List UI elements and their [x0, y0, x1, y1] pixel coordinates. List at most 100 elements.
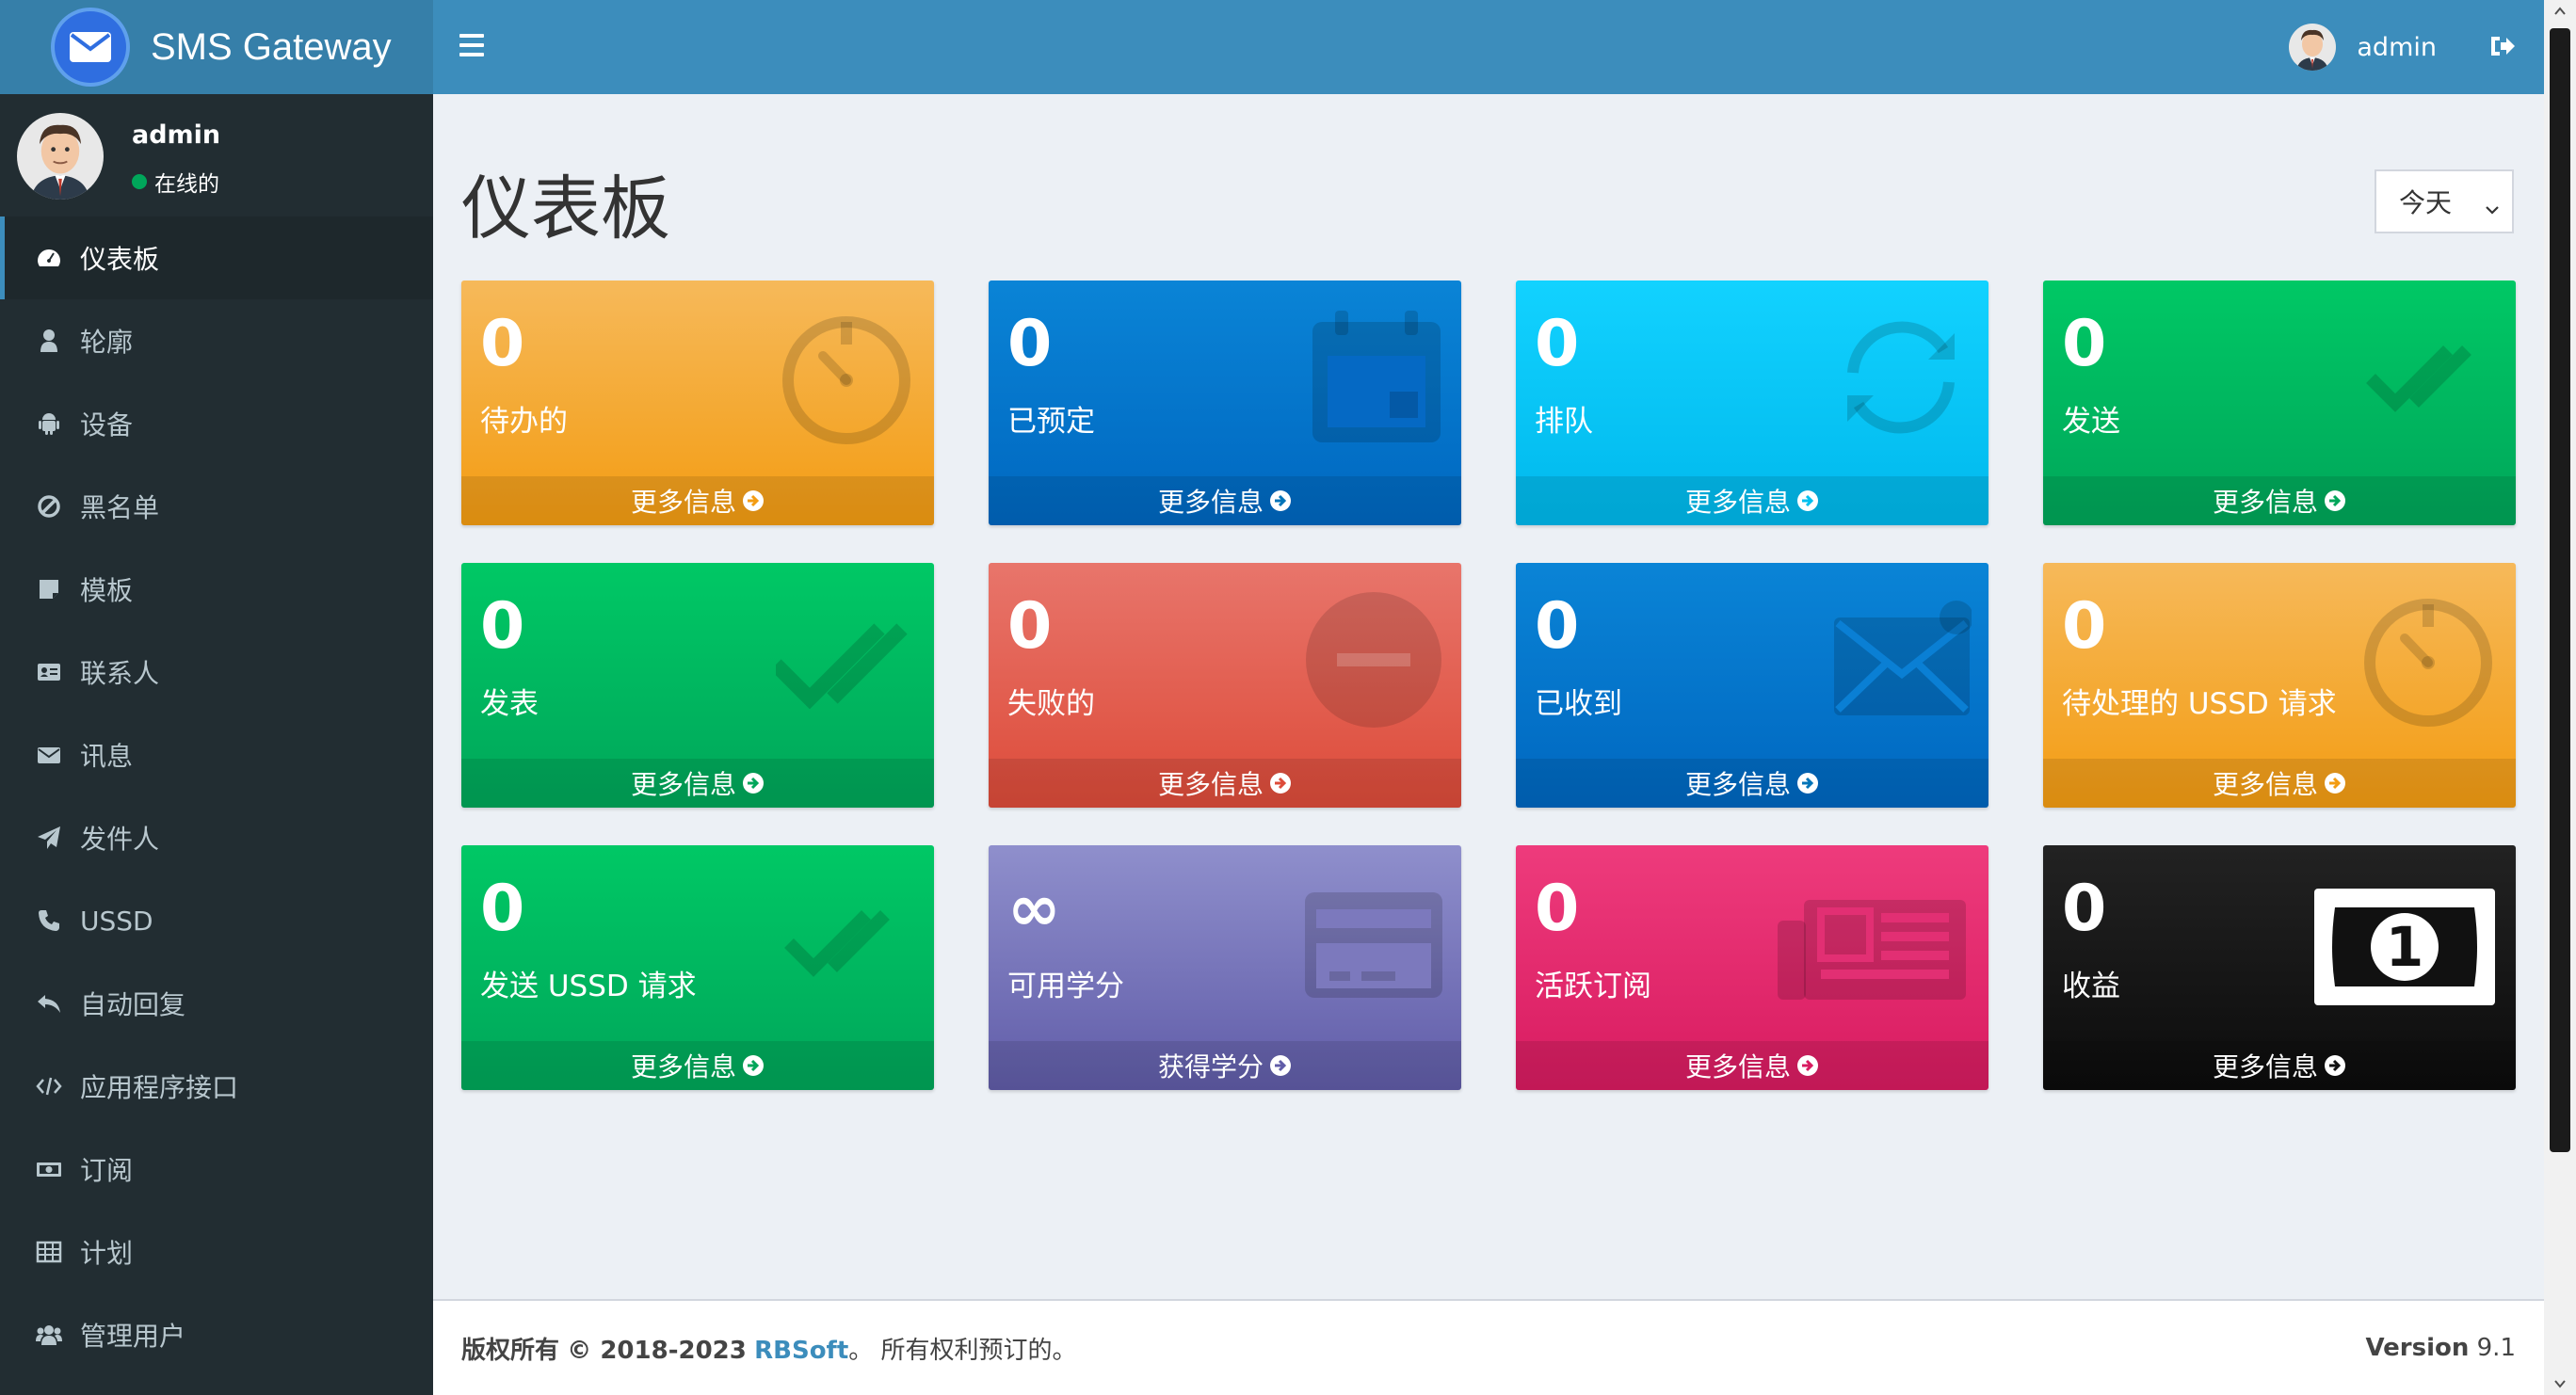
get-credits-link[interactable]: 获得学分 — [989, 1041, 1461, 1090]
check-double-icon — [776, 872, 917, 1013]
arrow-circle-right-icon — [743, 490, 764, 511]
status-badge[interactable]: 在线的 — [132, 166, 219, 198]
more-info-link[interactable]: 更多信息 — [461, 476, 934, 525]
more-info-link[interactable]: 更多信息 — [2043, 476, 2516, 525]
stat-value: 0 — [480, 307, 525, 381]
credit-card-icon — [1303, 872, 1444, 1013]
logo-text: SMS Gateway — [151, 25, 392, 68]
avatar — [2289, 24, 2337, 71]
stat-label: 可用学分 — [1007, 970, 1124, 1003]
envelope-logo-icon — [55, 11, 126, 83]
more-info-link[interactable]: 更多信息 — [989, 476, 1461, 525]
stat-value: 0 — [1535, 307, 1580, 381]
scrollbar-thumb[interactable] — [2550, 28, 2570, 1152]
more-info-link[interactable]: 更多信息 — [989, 759, 1461, 808]
sidebar-item-plans[interactable]: 计划 — [0, 1211, 433, 1293]
sidebar-menu: 仪表板 轮廓 设备 黑名单 模板 联系人 讯息 发件人 USSD 自动回复 应用… — [0, 216, 433, 1376]
stat-box-sent-ussd: 0 发送 USSD 请求 更多信息 — [461, 845, 934, 1090]
sidebar-item-auto-reply[interactable]: 自动回复 — [0, 962, 433, 1045]
sidebar-toggle-icon[interactable] — [459, 34, 484, 56]
scroll-down-icon[interactable] — [2552, 1376, 2568, 1391]
svg-text:1: 1 — [2386, 915, 2423, 979]
sync-icon — [1830, 307, 1972, 448]
more-info-label: 更多信息 — [1684, 769, 1791, 800]
more-info-label: 更多信息 — [2212, 487, 2318, 518]
sidebar-item-manage-users[interactable]: 管理用户 — [0, 1293, 433, 1376]
sidebar-item-label: 应用程序接口 — [80, 1072, 239, 1103]
sidebar-item-contacts[interactable]: 联系人 — [0, 631, 433, 714]
sidebar-item-dashboard[interactable]: 仪表板 — [0, 216, 433, 299]
avatar — [17, 113, 104, 200]
more-info-label: 更多信息 — [630, 769, 736, 800]
sidebar-item-ussd[interactable]: USSD — [0, 879, 433, 962]
user-menu[interactable]: admin — [2289, 23, 2437, 72]
more-info-label: 更多信息 — [630, 1051, 736, 1082]
newspaper-icon — [1776, 872, 1973, 1013]
ban-icon — [35, 492, 63, 521]
stat-label: 发表 — [480, 687, 539, 721]
sidebar-item-label: 计划 — [80, 1238, 134, 1269]
sidebar-item-label: 设备 — [80, 409, 134, 441]
main-content: 仪表板 今天 0 待办的 更多信息 0 已预定 更多信息 0 排队 更多信息 0… — [433, 94, 2544, 1301]
more-info-link[interactable]: 更多信息 — [2043, 1041, 2516, 1090]
stopwatch-icon — [776, 307, 917, 448]
paper-plane-icon — [35, 824, 63, 852]
stat-label: 待办的 — [480, 405, 568, 439]
more-info-link[interactable]: 更多信息 — [1516, 759, 1988, 808]
stopwatch-icon — [2358, 589, 2499, 730]
sidebar-item-subscriptions[interactable]: 订阅 — [0, 1128, 433, 1211]
date-range-select[interactable]: 今天 — [2375, 169, 2514, 233]
arrow-circle-right-icon — [2325, 773, 2345, 794]
more-info-link[interactable]: 更多信息 — [461, 1041, 934, 1090]
calendar-icon — [1303, 307, 1444, 448]
stat-label: 排队 — [1535, 405, 1593, 439]
stat-box-sent: 0 发送 更多信息 — [2043, 281, 2516, 525]
sidebar-item-messages[interactable]: 讯息 — [0, 714, 433, 796]
chevron-down-icon — [2484, 194, 2501, 215]
more-info-label: 更多信息 — [1157, 487, 1264, 518]
sign-out-icon[interactable] — [2489, 34, 2516, 58]
version-number: 9.1 — [2476, 1334, 2516, 1362]
arrow-circle-right-icon — [2325, 1055, 2345, 1076]
money-icon — [35, 1155, 63, 1183]
stat-value: 0 — [1007, 589, 1053, 664]
arrow-circle-right-icon — [743, 773, 764, 794]
more-info-link[interactable]: 更多信息 — [2043, 759, 2516, 808]
phone-icon — [35, 906, 63, 935]
sidebar-item-devices[interactable]: 设备 — [0, 382, 433, 465]
sidebar-item-api[interactable]: 应用程序接口 — [0, 1045, 433, 1128]
logo[interactable]: SMS Gateway — [0, 0, 433, 94]
arrow-circle-right-icon — [1270, 773, 1291, 794]
sidebar-item-blacklist[interactable]: 黑名单 — [0, 465, 433, 548]
arrow-circle-right-icon — [1797, 773, 1818, 794]
sidebar-item-profile[interactable]: 轮廓 — [0, 299, 433, 382]
brand-link[interactable]: RBSoft — [754, 1337, 848, 1365]
more-info-link[interactable]: 更多信息 — [1516, 476, 1988, 525]
minus-circle-icon — [1303, 589, 1444, 730]
scroll-up-icon[interactable] — [2552, 4, 2568, 19]
copyright-prefix: 版权所有 — [461, 1336, 560, 1365]
arrow-circle-right-icon — [2325, 490, 2345, 511]
sidebar-item-senders[interactable]: 发件人 — [0, 796, 433, 879]
online-dot-icon — [132, 174, 147, 189]
more-info-link[interactable]: 更多信息 — [1516, 1041, 1988, 1090]
android-icon — [35, 409, 63, 438]
stat-label: 已预定 — [1007, 405, 1095, 439]
code-icon — [35, 1072, 63, 1100]
address-card-icon — [35, 658, 63, 686]
stat-value: 0 — [480, 589, 525, 664]
more-info-label: 更多信息 — [1684, 487, 1791, 518]
vertical-scrollbar[interactable] — [2544, 0, 2576, 1395]
more-info-link[interactable]: 更多信息 — [461, 759, 934, 808]
stat-value: 0 — [2062, 872, 2107, 946]
stat-label: 待处理的 USSD 请求 — [2062, 687, 2337, 721]
envelope-icon — [35, 741, 63, 769]
stat-value: 0 — [1535, 872, 1580, 946]
sidebar-item-templates[interactable]: 模板 — [0, 548, 433, 631]
copyright-years: © 2018-2023 — [567, 1336, 747, 1365]
users-icon — [35, 1321, 63, 1349]
stat-label: 已收到 — [1535, 687, 1622, 721]
user-icon — [35, 327, 63, 355]
stat-box-pending: 0 待办的 更多信息 — [461, 281, 934, 525]
sidebar-item-label: 讯息 — [80, 741, 134, 772]
